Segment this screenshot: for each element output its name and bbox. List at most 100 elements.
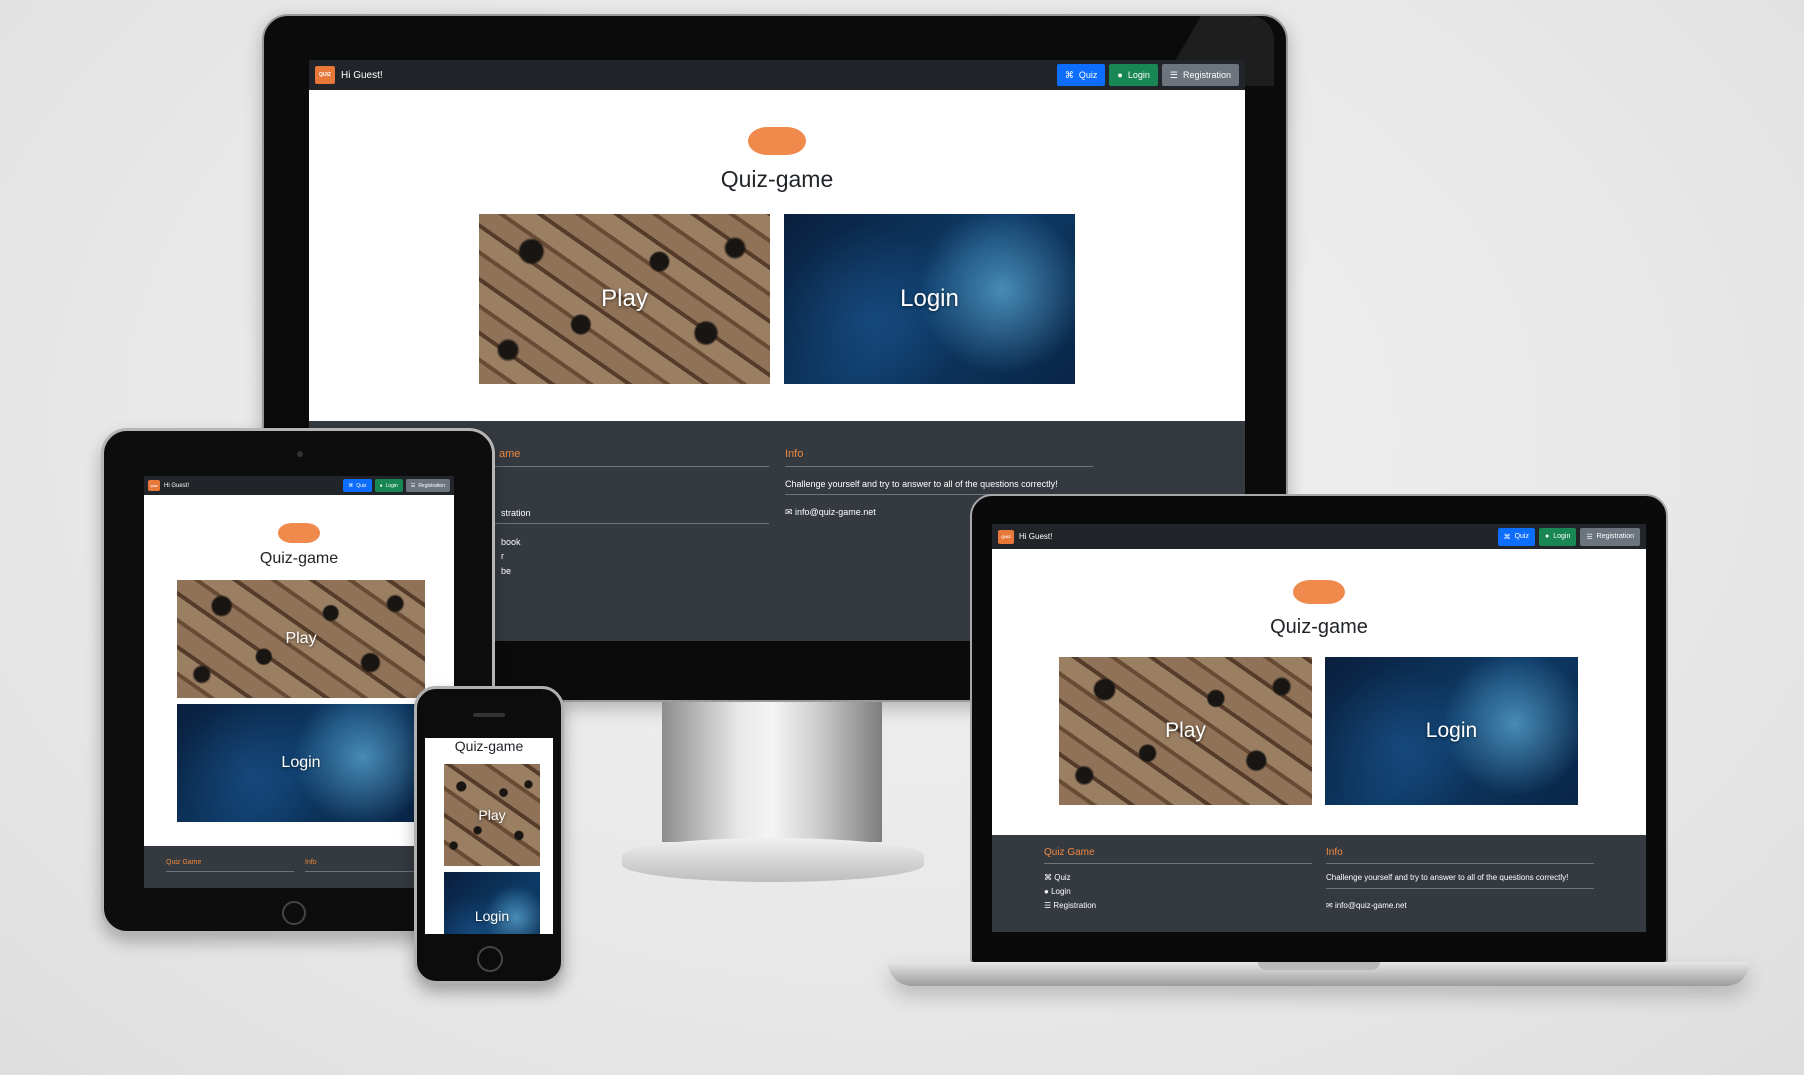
footer-social-facebook[interactable]: book: [501, 537, 521, 547]
footer-link-registration[interactable]: stration: [501, 508, 531, 518]
footer-social-youtube[interactable]: be: [501, 566, 511, 576]
phone-home-button[interactable]: [477, 946, 503, 972]
gamepad-icon: ⌘: [348, 482, 354, 489]
greeting: Hi Guest!: [1019, 532, 1053, 541]
play-tile-label: Play: [285, 630, 317, 647]
nav-quiz-button[interactable]: ⌘ Quiz: [1497, 527, 1535, 546]
navbar: QUIZ Hi Guest! ⌘ Quiz ● Login ☰ Registratio…: [144, 476, 454, 495]
footer: Quiz Game Info: [144, 846, 454, 888]
list-icon: ☰: [1044, 901, 1054, 910]
user-icon: ●: [1044, 887, 1052, 896]
user-icon: ●: [1544, 533, 1550, 540]
brand-logo: QUIZ: [148, 480, 160, 491]
monitor-stand: [662, 702, 882, 842]
nav-registration-label: Registration: [1182, 70, 1231, 80]
footer-email-text: info@quiz-game.net: [1334, 901, 1407, 910]
login-tile-label: Login: [1425, 719, 1478, 742]
envelope-icon: ✉: [785, 507, 796, 517]
footer-divider: [166, 871, 294, 872]
mockup-stage: QUIZ Hi Guest! ⌘ Quiz ● Login ☰ Registratio…: [0, 0, 1804, 1075]
footer-link-quiz[interactable]: ⌘ Quiz: [1044, 873, 1071, 882]
footer-info-text: Challenge yourself and try to answer to …: [785, 479, 1058, 489]
page-title: Quiz-game: [454, 738, 524, 754]
brand[interactable]: QUIZ Hi Guest!: [148, 480, 189, 491]
login-tile[interactable]: Login: [1325, 657, 1578, 805]
brand[interactable]: QUIZ Hi Guest!: [315, 66, 383, 84]
nav-registration-button[interactable]: ☰ Registration: [405, 479, 450, 492]
footer-link-login[interactable]: ● Login: [1044, 887, 1071, 896]
tablet-home-button[interactable]: [282, 901, 306, 925]
nav-buttons: ⌘ Quiz ● Login ☰ Registration: [1056, 64, 1239, 86]
footer-social-twitter[interactable]: r: [501, 551, 504, 561]
nav-login-label: Login: [385, 482, 398, 489]
footer-divider: [1326, 863, 1594, 864]
list-icon: ☰: [410, 482, 416, 489]
footer: Quiz Game ⌘ Quiz ● Login ☰ Registration …: [992, 835, 1646, 932]
nav-login-button[interactable]: ● Login: [1109, 64, 1158, 86]
brand[interactable]: QUIZ Hi Guest!: [998, 529, 1053, 544]
page-title: Quiz-game: [1270, 616, 1368, 638]
play-tile[interactable]: Play: [479, 214, 770, 384]
footer-link-label: Quiz: [1054, 873, 1071, 882]
user-icon: ●: [1117, 70, 1123, 80]
page-title: Quiz-game: [720, 166, 834, 192]
play-tile[interactable]: Play: [177, 580, 425, 698]
nav-buttons: ⌘ Quiz ● Login ☰ Registration: [1497, 527, 1640, 546]
nav-quiz-label: Quiz: [1514, 533, 1529, 540]
list-icon: ☰: [1169, 69, 1178, 80]
nav-login-button[interactable]: ● Login: [374, 479, 403, 492]
page-title: Quiz-game: [259, 550, 339, 567]
login-tile[interactable]: Login: [177, 704, 425, 822]
gamepad-icon: ⌘: [1503, 533, 1511, 541]
nav-quiz-label: Quiz: [1078, 70, 1098, 80]
play-tile[interactable]: Play: [444, 764, 540, 866]
nav-quiz-button[interactable]: ⌘ Quiz: [1056, 64, 1106, 86]
footer-info-heading: Info: [785, 448, 804, 460]
nav-registration-label: Registration: [1596, 533, 1634, 540]
play-tile-label: Play: [478, 807, 506, 823]
nav-registration-label: Registration: [418, 482, 445, 489]
footer-info-heading: Info: [1326, 847, 1343, 858]
footer-email[interactable]: ✉ info@quiz-game.net: [785, 507, 876, 518]
play-tile[interactable]: Play: [1059, 657, 1312, 805]
phone-speaker: [473, 713, 505, 717]
play-tile-label: Play: [1165, 719, 1206, 742]
footer-col1-heading: ame: [499, 448, 521, 460]
login-tile[interactable]: Login: [784, 214, 1075, 384]
laptop-screen: QUIZ Hi Guest! ⌘ Quiz ● Login ☰ Registratio…: [992, 524, 1646, 932]
list-icon: ☰: [1586, 533, 1593, 541]
footer-divider: [469, 523, 769, 524]
gamepad-icon: ⌘: [1064, 69, 1074, 80]
login-tile[interactable]: Login: [444, 872, 540, 934]
footer-divider: [469, 466, 769, 467]
footer-divider: [1044, 863, 1312, 864]
gamepad-icon: [1293, 580, 1345, 604]
envelope-icon: ✉: [1326, 901, 1335, 910]
footer-col1-heading: Quiz Game: [166, 859, 202, 866]
nav-registration-button[interactable]: ☰ Registration: [1580, 527, 1640, 546]
footer-info-text: Challenge yourself and try to answer to …: [1326, 873, 1569, 882]
nav-buttons: ⌘ Quiz ● Login ☰ Registration: [343, 479, 450, 492]
footer-email[interactable]: ✉ info@quiz-game.net: [1326, 901, 1407, 910]
nav-quiz-button[interactable]: ⌘ Quiz: [343, 479, 372, 492]
brand-logo: QUIZ: [315, 66, 335, 84]
nav-login-label: Login: [1127, 70, 1150, 80]
login-tile-label: Login: [281, 754, 321, 771]
login-tile-label: Login: [474, 908, 510, 924]
nav-quiz-label: Quiz: [356, 482, 367, 489]
tablet-camera: [297, 451, 303, 457]
footer-divider: [785, 466, 1093, 467]
greeting: Hi Guest!: [341, 69, 383, 81]
tablet-screen: QUIZ Hi Guest! ⌘ Quiz ● Login ☰ Registratio…: [144, 476, 454, 888]
gamepad-icon: [278, 523, 320, 543]
footer-link-label: Login: [1051, 887, 1071, 896]
nav-registration-button[interactable]: ☰ Registration: [1161, 64, 1239, 86]
monitor-base: [622, 838, 924, 882]
footer-link-registration[interactable]: ☰ Registration: [1044, 901, 1096, 910]
navbar: QUIZ Hi Guest! ⌘ Quiz ● Login ☰ Registratio…: [992, 524, 1646, 549]
gamepad-icon: [748, 127, 806, 155]
brand-logo: QUIZ: [998, 529, 1014, 544]
footer-email-text: info@quiz-game.net: [795, 507, 876, 517]
nav-login-button[interactable]: ● Login: [1538, 527, 1577, 546]
play-tile-label: Play: [601, 285, 648, 312]
